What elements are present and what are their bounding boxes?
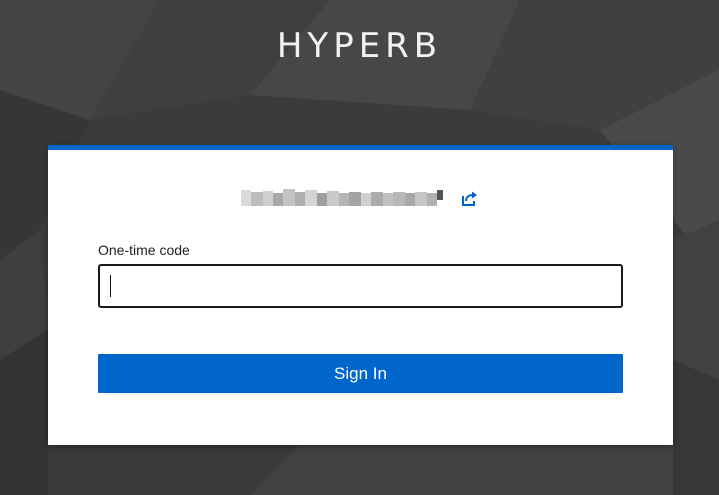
username-row [48,186,673,212]
otp-input[interactable] [98,264,623,308]
brand-title: HYPERB [276,26,443,66]
restart-login-icon[interactable] [460,190,478,208]
otp-label: One-time code [98,242,190,258]
signin-button[interactable]: Sign In [98,354,623,393]
text-caret [110,275,111,297]
login-card: One-time code Sign In [48,145,673,445]
redacted-username [241,189,443,206]
